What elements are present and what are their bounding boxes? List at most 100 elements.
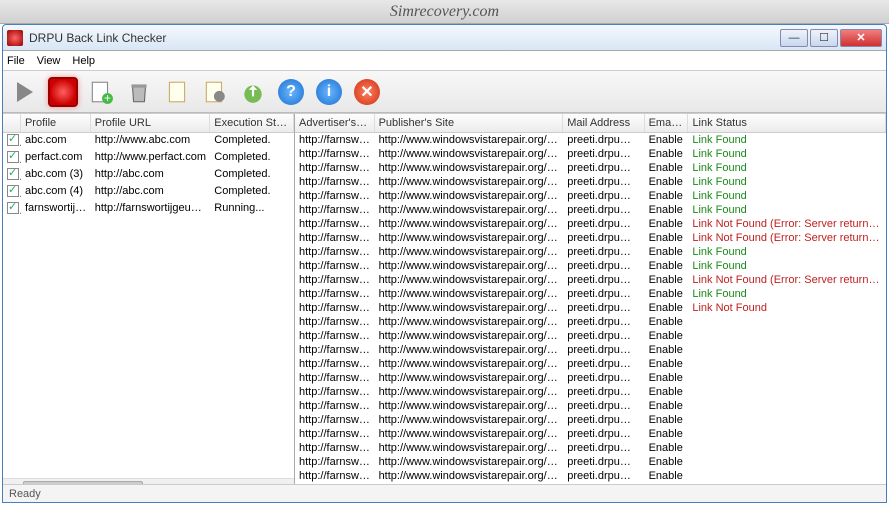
titlebar[interactable]: DRPU Back Link Checker — ☐ ✕ — [3, 25, 886, 51]
result-row[interactable]: http://farnswortijgeueo... http://www.wi… — [295, 371, 886, 385]
profile-row[interactable]: abc.com http://www.abc.com Completed. — [3, 133, 294, 150]
advertiser-site: http://farnswortijgeueo... — [295, 189, 375, 203]
page-plus-icon: + — [88, 79, 114, 105]
close-icon: ✕ — [354, 79, 380, 105]
delete-button[interactable] — [123, 76, 155, 108]
col-header[interactable]: Advertiser's Site — [295, 114, 375, 132]
result-row[interactable]: http://farnswortijgeueo... http://www.wi… — [295, 357, 886, 371]
profile-row[interactable]: abc.com (3) http://abc.com Completed. — [3, 167, 294, 184]
info-button[interactable]: i — [313, 76, 345, 108]
mail-address: preeti.drpu@gmail... — [563, 357, 644, 371]
result-row[interactable]: http://farnswortijgeueo... http://www.wi… — [295, 273, 886, 287]
cancel-button[interactable]: ✕ — [351, 76, 383, 108]
profile-checkbox[interactable] — [7, 168, 19, 180]
result-row[interactable]: http://farnswortijgeueo... http://www.wi… — [295, 315, 886, 329]
result-row[interactable]: http://farnswortijgeueo... http://www.wi… — [295, 189, 886, 203]
watermark-banner: Simrecovery.com — [0, 0, 889, 24]
profile-row[interactable]: farnswortijgeueo... http://farnswortijge… — [3, 201, 294, 218]
link-status — [688, 357, 886, 371]
result-row[interactable]: http://farnswortijgeueo... http://www.wi… — [295, 455, 886, 469]
execution-status: Completed. — [210, 167, 294, 184]
result-row[interactable]: http://farnswortijgeueo... http://www.wi… — [295, 301, 886, 315]
h-scrollbar[interactable] — [3, 478, 294, 484]
new-profile-button[interactable]: + — [85, 76, 117, 108]
profile-url: http://abc.com — [91, 167, 211, 184]
email-notification: Enable — [645, 469, 689, 483]
col-header[interactable] — [3, 114, 21, 132]
profile-checkbox[interactable] — [7, 202, 19, 214]
play-button[interactable] — [9, 76, 41, 108]
result-row[interactable]: http://farnswortijgeueo... http://www.wi… — [295, 231, 886, 245]
advertiser-site: http://farnswortijgeueo... — [295, 203, 375, 217]
publisher-site: http://www.windowsvistarepair.org/neha/n… — [375, 273, 564, 287]
col-header[interactable]: Profile URL — [91, 114, 211, 132]
profile-name: perfact.com — [21, 150, 91, 167]
email-notification: Enable — [645, 147, 689, 161]
profile-checkbox[interactable] — [7, 151, 19, 163]
export-button[interactable] — [237, 76, 269, 108]
results-pane[interactable]: Advertiser's SitePublisher's SiteMail Ad… — [295, 114, 886, 484]
result-row[interactable]: http://farnswortijgeueo... http://www.wi… — [295, 175, 886, 189]
result-row[interactable]: http://farnswortijgeueo... http://www.wi… — [295, 385, 886, 399]
result-row[interactable]: http://farnswortijgeueo... http://www.wi… — [295, 147, 886, 161]
col-header[interactable]: Profile — [21, 114, 91, 132]
result-row[interactable]: http://farnswortijgeueo... http://www.wi… — [295, 259, 886, 273]
link-status: Link Found — [688, 133, 886, 147]
stop-button[interactable] — [47, 76, 79, 108]
result-row[interactable]: http://farnswortijgeueo... http://www.wi… — [295, 469, 886, 483]
result-row[interactable]: http://farnswortijgeueo... http://www.wi… — [295, 427, 886, 441]
profile-row[interactable]: abc.com (4) http://abc.com Completed. — [3, 184, 294, 201]
col-header[interactable]: Execution Status — [210, 114, 294, 132]
advertiser-site: http://farnswortijgeueo... — [295, 329, 375, 343]
col-header[interactable]: Mail Address — [563, 114, 644, 132]
profiles-pane[interactable]: ProfileProfile URLExecution Status abc.c… — [3, 114, 295, 484]
result-row[interactable]: http://farnswortijgeueo... http://www.wi… — [295, 399, 886, 413]
result-row[interactable]: http://farnswortijgeueo... http://www.wi… — [295, 483, 886, 484]
link-status — [688, 413, 886, 427]
result-row[interactable]: http://farnswortijgeueo... http://www.wi… — [295, 287, 886, 301]
menu-file[interactable]: File — [7, 55, 25, 67]
info-icon: i — [316, 79, 342, 105]
result-row[interactable]: http://farnswortijgeueo... http://www.wi… — [295, 329, 886, 343]
minimize-button[interactable]: — — [780, 29, 808, 47]
col-header[interactable]: Email Noti... — [645, 114, 689, 132]
app-window: DRPU Back Link Checker — ☐ ✕ File View H… — [2, 24, 887, 503]
profile-url: http://www.abc.com — [91, 133, 211, 150]
menu-view[interactable]: View — [37, 55, 61, 67]
advertiser-site: http://farnswortijgeueo... — [295, 343, 375, 357]
menu-help[interactable]: Help — [72, 55, 95, 67]
advertiser-site: http://farnswortijgeueo... — [295, 287, 375, 301]
advertiser-site: http://farnswortijgeueo... — [295, 245, 375, 259]
email-notification: Enable — [645, 385, 689, 399]
link-status: Link Found — [688, 287, 886, 301]
close-button[interactable]: ✕ — [840, 29, 882, 47]
help-button[interactable]: ? — [275, 76, 307, 108]
col-header[interactable]: Link Status — [688, 114, 886, 132]
app-icon — [7, 30, 23, 46]
result-row[interactable]: http://farnswortijgeueo... http://www.wi… — [295, 203, 886, 217]
edit-button[interactable] — [161, 76, 193, 108]
email-notification: Enable — [645, 399, 689, 413]
maximize-button[interactable]: ☐ — [810, 29, 838, 47]
col-header[interactable]: Publisher's Site — [375, 114, 564, 132]
result-row[interactable]: http://farnswortijgeueo... http://www.wi… — [295, 133, 886, 147]
result-row[interactable]: http://farnswortijgeueo... http://www.wi… — [295, 441, 886, 455]
advertiser-site: http://farnswortijgeueo... — [295, 413, 375, 427]
link-status — [688, 343, 886, 357]
link-status: Link Not Found (Error: Server returned e… — [688, 217, 886, 231]
link-status: Link Found — [688, 161, 886, 175]
result-row[interactable]: http://farnswortijgeueo... http://www.wi… — [295, 245, 886, 259]
email-notification: Enable — [645, 413, 689, 427]
link-status — [688, 385, 886, 399]
profile-checkbox[interactable] — [7, 185, 19, 197]
profile-checkbox[interactable] — [7, 134, 19, 146]
mail-address: preeti.drpu@gmail... — [563, 329, 644, 343]
result-row[interactable]: http://farnswortijgeueo... http://www.wi… — [295, 343, 886, 357]
profile-row[interactable]: perfact.com http://www.perfact.com Compl… — [3, 150, 294, 167]
email-notification: Enable — [645, 455, 689, 469]
result-row[interactable]: http://farnswortijgeueo... http://www.wi… — [295, 161, 886, 175]
link-status — [688, 329, 886, 343]
settings-button[interactable] — [199, 76, 231, 108]
result-row[interactable]: http://farnswortijgeueo... http://www.wi… — [295, 217, 886, 231]
result-row[interactable]: http://farnswortijgeueo... http://www.wi… — [295, 413, 886, 427]
